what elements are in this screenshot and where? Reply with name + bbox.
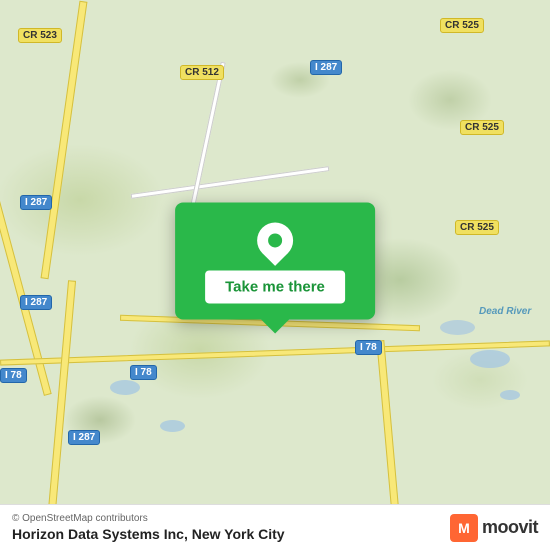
road-label-cr523: CR 523 — [18, 28, 62, 43]
bottom-bar: © OpenStreetMap contributors Horizon Dat… — [0, 504, 550, 550]
water-body-2 — [160, 420, 185, 432]
road-label-i78-right: I 78 — [355, 340, 382, 355]
road-label-i287-mid: I 287 — [68, 430, 100, 445]
road-label-i78-mid: I 78 — [130, 365, 157, 380]
map-container: CR 523 CR 512 I 287 CR 525 CR 525 CR 525 I 287… — [0, 0, 550, 550]
attribution-text: © OpenStreetMap contributors — [12, 513, 285, 524]
take-me-there-button[interactable]: Take me there — [205, 270, 345, 303]
road-label-cr525-mid: CR 525 — [460, 120, 504, 135]
water-body-5 — [440, 320, 475, 335]
road-label-i287-bottom: I 287 — [20, 295, 52, 310]
road-label-cr512: CR 512 — [180, 65, 224, 80]
location-popup: Take me there — [175, 202, 375, 319]
road-label-dead-river: Dead River — [475, 305, 535, 318]
bottom-left-info: © OpenStreetMap contributors Horizon Dat… — [12, 513, 285, 542]
road-label-cr525-top: CR 525 — [440, 18, 484, 33]
location-title: Horizon Data Systems Inc, New York City — [12, 526, 285, 542]
water-body-4 — [500, 390, 520, 400]
moovit-icon: M — [450, 514, 478, 542]
moovit-logo: M moovit — [450, 514, 538, 542]
road-label-i287-top: I 287 — [310, 60, 342, 75]
location-pin-icon — [250, 215, 301, 266]
water-body-1 — [110, 380, 140, 395]
water-body-3 — [470, 350, 510, 368]
moovit-text: moovit — [482, 517, 538, 538]
road-label-i78-left: I 78 — [0, 368, 27, 383]
pin-container — [205, 222, 345, 258]
road-label-i287-left: I 287 — [20, 195, 52, 210]
road-label-cr525-low: CR 525 — [455, 220, 499, 235]
